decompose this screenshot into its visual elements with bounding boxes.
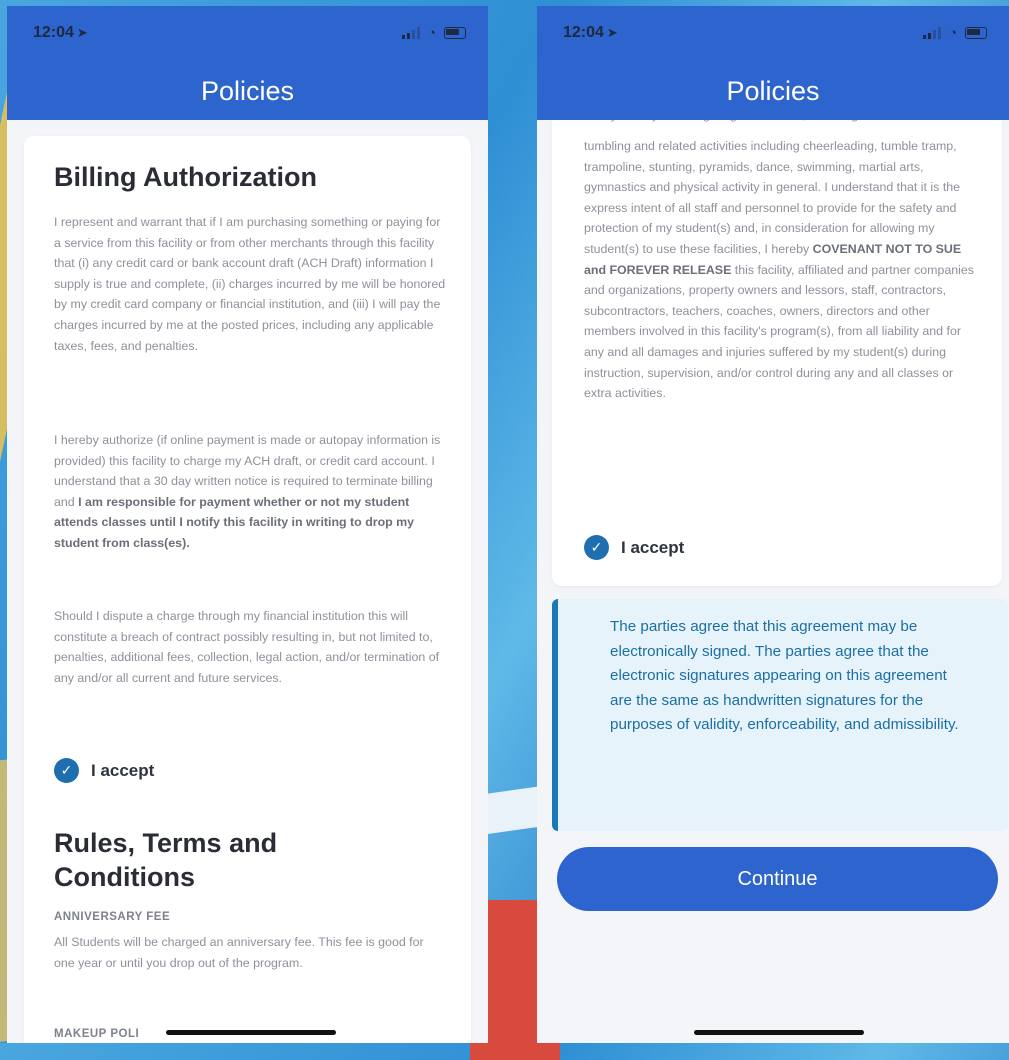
status-time: 12:04 ➤ <box>563 24 618 41</box>
nav-bar: 12:04 ➤ ◔ Policies <box>537 6 1009 120</box>
check-icon: ✓ <box>54 758 79 783</box>
makeup-policy-heading: MAKEUP POLI <box>54 1028 140 1040</box>
location-arrow-icon: ➤ <box>76 25 88 40</box>
anniversary-fee-heading: ANNIVERSARY FEE <box>54 911 171 923</box>
accept-label: I accept <box>91 760 155 780</box>
continue-button[interactable]: Continue <box>557 847 998 911</box>
accept-checkbox[interactable]: ✓ I accept <box>54 758 154 783</box>
home-indicator[interactable] <box>694 1030 864 1035</box>
status-icons: ◔ <box>402 25 466 40</box>
nav-bar: 12:04 ➤ ◔ Policies <box>7 6 488 120</box>
signal-icon <box>923 26 942 39</box>
battery-icon <box>965 26 987 39</box>
billing-heading: Billing Authorization <box>54 162 317 192</box>
battery-icon <box>444 26 466 39</box>
billing-paragraph: I represent and warrant that if I am pur… <box>54 215 446 353</box>
wifi-icon: ◔ <box>428 25 436 40</box>
page-title: Policies <box>726 76 820 106</box>
status-time: 12:04 ➤ <box>33 24 88 41</box>
rules-heading: Rules, Terms and Conditions <box>54 828 278 892</box>
billing-bold-text: I am responsible for payment whether or … <box>54 494 415 550</box>
accept-checkbox[interactable]: ✓ I accept <box>584 535 684 560</box>
policy-paragraph: tumbling and related activities includin… <box>584 136 979 404</box>
wifi-icon: ◔ <box>949 25 957 40</box>
home-indicator[interactable] <box>166 1030 336 1035</box>
policy-text: this facility, affiliated and partner co… <box>584 262 975 401</box>
location-arrow-icon: ➤ <box>606 25 618 40</box>
anniversary-fee-text: All Students will be charged an annivers… <box>54 935 424 970</box>
policy-text: tumbling and related activities includin… <box>584 139 961 256</box>
billing-paragraph: I hereby authorize (if online payment is… <box>54 430 446 554</box>
check-icon: ✓ <box>584 535 609 560</box>
status-icons: ◔ <box>923 25 987 40</box>
phone-screen-left: 12:04 ➤ ◔ Policies Billing Authorization … <box>7 6 488 1043</box>
esign-notice: The parties agree that this agreement ma… <box>552 599 1008 831</box>
page-title: Policies <box>200 76 295 106</box>
signal-icon <box>402 26 421 39</box>
accept-label: I accept <box>621 537 685 557</box>
phone-screen-right: in any activity involving height or moti… <box>537 6 1009 1043</box>
billing-paragraph: Should I dispute a charge through my fin… <box>54 609 440 685</box>
esign-notice-text: The parties agree that this agreement ma… <box>610 618 959 733</box>
